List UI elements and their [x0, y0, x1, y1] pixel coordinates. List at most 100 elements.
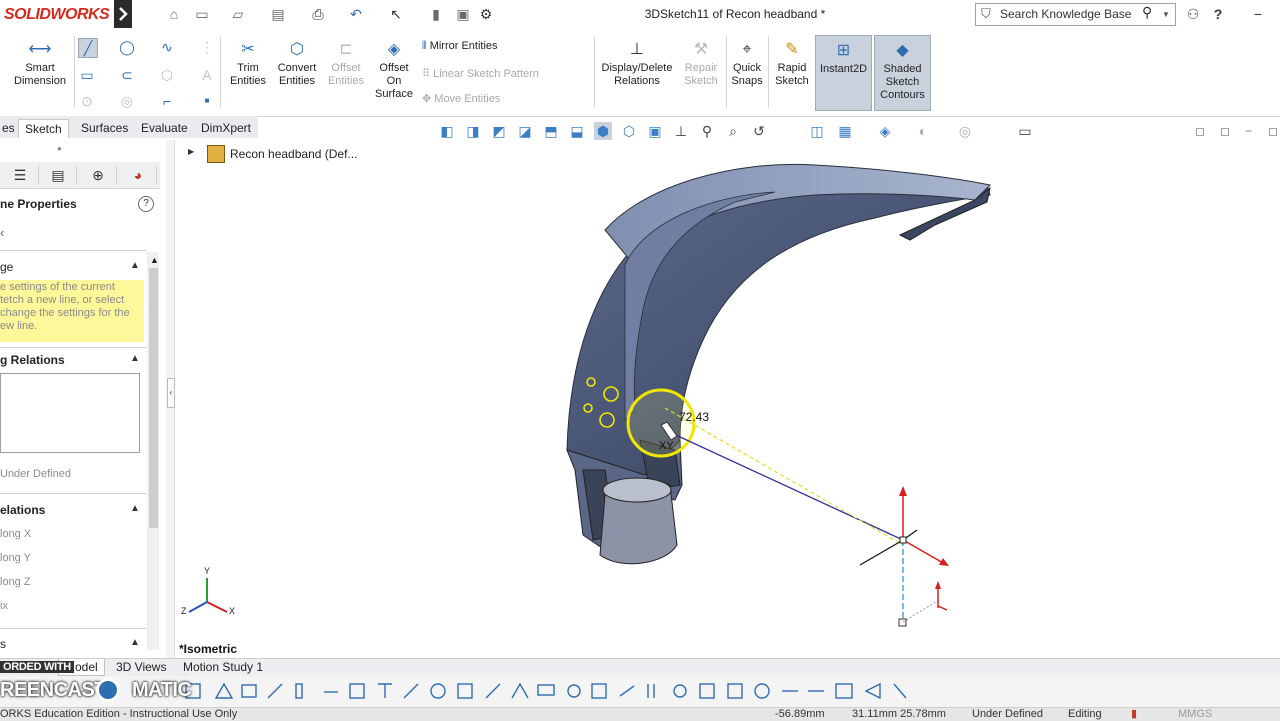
rapid-sketch-button[interactable]: ✎ Rapid Sketch	[772, 40, 812, 88]
line-tool-icon[interactable]: ╱	[78, 38, 98, 58]
text-tool-icon[interactable]: A	[198, 66, 216, 84]
repair-sketch-button[interactable]: ⚒ Repair Sketch	[680, 40, 722, 88]
hide-show-icon[interactable]: ◈	[876, 122, 894, 140]
close-icon[interactable]: ‹	[0, 225, 4, 240]
trim-entities-button[interactable]: ✂ Trim Entities	[226, 40, 270, 88]
instant2d-button[interactable]: ⊞ Instant2D	[815, 35, 872, 111]
convert-entities-button[interactable]: ⬡ Convert Entities	[274, 40, 320, 88]
fillet-tool-icon[interactable]: ⌐	[158, 92, 176, 110]
rebuild-indicator-icon[interactable]: ▮	[1131, 708, 1137, 721]
window-minimize-icon[interactable]: −	[1245, 124, 1252, 138]
print-icon[interactable]: ⎙	[310, 6, 326, 22]
view-settings-icon[interactable]: ▭	[1016, 122, 1034, 140]
relation-along-x[interactable]: long X	[0, 528, 31, 540]
minimize-icon[interactable]: −	[1250, 6, 1266, 22]
tab-motion-study[interactable]: Motion Study 1	[177, 659, 269, 675]
spline-tool-icon[interactable]: ∿	[158, 38, 176, 56]
help-icon[interactable]: ?	[138, 196, 154, 212]
tab-evaluate[interactable]: Evaluate	[135, 119, 194, 137]
centerline-tool-icon[interactable]: ⊙	[78, 92, 96, 110]
relation-fix[interactable]: ix	[0, 600, 8, 612]
display-delete-relations-button[interactable]: ⊥ Display/Delete Relations	[598, 40, 676, 88]
property-manager-icon[interactable]: ▤	[40, 165, 77, 185]
tree-root-item[interactable]: Recon headband (Def...	[230, 147, 357, 161]
tab-surfaces[interactable]: Surfaces	[75, 119, 134, 137]
smart-dimension-button[interactable]: ⟷ Smart Dimension	[8, 40, 72, 88]
new-document-icon[interactable]: ▭	[194, 6, 210, 22]
view-top-icon[interactable]: ⬒	[542, 122, 560, 140]
offset-entities-button[interactable]: ⊏ Offset Entities	[324, 40, 368, 88]
view-front-icon[interactable]: ◧	[438, 122, 456, 140]
previous-view-icon[interactable]: ↺	[750, 122, 768, 140]
config-manager-icon[interactable]: ⊕	[80, 165, 117, 185]
window-tile-icon[interactable]: ◻	[1220, 124, 1230, 138]
relation-along-z[interactable]: long Z	[0, 576, 31, 588]
offset-on-surface-button[interactable]: ◈ Offset On Surface	[372, 40, 416, 101]
window-maximize-icon[interactable]: ◻	[1268, 124, 1278, 138]
search-input[interactable]	[1000, 6, 1140, 22]
chevron-up-icon[interactable]: ▲	[130, 637, 140, 648]
panel-splitter[interactable]: ‹	[166, 140, 175, 660]
graphics-area[interactable]: 72.43 XY Y X Z *Isometric	[175, 140, 1280, 658]
file-properties-icon[interactable]: ▣	[455, 6, 471, 22]
view-dimetric-icon[interactable]: ▣	[646, 122, 664, 140]
options-gear-icon[interactable]: ⚙	[478, 6, 494, 22]
tab-sketch[interactable]: Sketch	[18, 119, 69, 138]
rectangle-tool-icon[interactable]: ▭	[78, 66, 96, 84]
tree-expand-icon[interactable]: ▶	[188, 147, 194, 156]
display-manager-icon[interactable]: ◕	[120, 165, 157, 185]
view-back-icon[interactable]: ◨	[464, 122, 482, 140]
quick-snaps-button[interactable]: ⌖ Quick Snaps	[728, 40, 766, 88]
section-view-icon[interactable]: ◫	[808, 122, 826, 140]
view-left-icon[interactable]: ◩	[490, 122, 508, 140]
solidworks-logo[interactable]: SOLIDWORKS	[4, 6, 110, 24]
view-trimetric-icon[interactable]: ⬡	[620, 122, 638, 140]
polygon-tool-icon[interactable]: ⬡	[158, 66, 176, 84]
display-style-icon[interactable]: ▦	[836, 122, 854, 140]
slot-tool-icon[interactable]: ⊂	[118, 66, 136, 84]
chevron-down-icon[interactable]: ▼	[1162, 6, 1170, 20]
user-icon[interactable]: ⚇	[1185, 6, 1201, 22]
open-icon[interactable]: ▱	[230, 6, 246, 22]
point-tool-icon[interactable]: ◎	[118, 92, 136, 110]
units-system[interactable]: MMGS	[1178, 708, 1212, 721]
panel-scrollbar-thumb[interactable]	[149, 268, 158, 528]
grid-tool-icon[interactable]: ⋮	[198, 38, 216, 56]
help-icon[interactable]: ?	[1210, 6, 1226, 22]
search-icon[interactable]: ⚲	[1142, 4, 1152, 21]
panel-grip-icon[interactable]: ●	[57, 144, 62, 153]
shaded-sketch-contours-button[interactable]: ◆ Shaded Sketch Contours	[874, 35, 931, 111]
circle-tool-icon[interactable]: ◯	[118, 38, 136, 56]
view-right-icon[interactable]: ◪	[516, 122, 534, 140]
linear-sketch-pattern-button[interactable]: ⠿ Linear Sketch Pattern	[422, 67, 539, 80]
zoom-to-fit-icon[interactable]: ⚲	[698, 122, 716, 140]
chevron-up-icon[interactable]: ▲	[130, 353, 140, 364]
home-icon[interactable]: ⌂	[166, 6, 182, 22]
point-icon[interactable]: ■	[198, 92, 216, 110]
chevron-up-icon[interactable]: ▲	[130, 260, 140, 271]
rebuild-icon[interactable]: ▮	[428, 6, 444, 22]
window-restore-icon[interactable]: ◻	[1195, 124, 1205, 138]
feature-manager-icon[interactable]: ☰	[2, 165, 39, 185]
zoom-area-icon[interactable]: ⌕	[724, 122, 742, 140]
move-entities-button[interactable]: ✥ Move Entities	[422, 92, 500, 105]
scroll-up-icon[interactable]: ▲	[150, 255, 159, 265]
menu-expand-arrow[interactable]	[114, 0, 132, 28]
mirror-entities-button[interactable]: ⫴ Mirror Entities	[422, 40, 498, 53]
appearance-icon[interactable]: ◐	[914, 122, 932, 140]
tab-3d-views[interactable]: 3D Views	[110, 659, 172, 675]
search-box[interactable]: ⛉ ⚲ ▼	[975, 3, 1176, 26]
view-isometric-icon[interactable]: ⬢	[594, 122, 612, 140]
relation-along-y[interactable]: long Y	[0, 552, 31, 564]
undo-icon[interactable]: ↶	[348, 6, 364, 22]
tab-dimxpert[interactable]: DimXpert	[195, 119, 257, 137]
model-canvas	[188, 163, 992, 627]
normal-to-icon[interactable]: ⊥	[672, 122, 690, 140]
save-icon[interactable]: ▤	[270, 6, 286, 22]
select-cursor-icon[interactable]: ↖	[388, 6, 404, 22]
collapse-panel-icon[interactable]: ‹	[167, 378, 175, 408]
relations-list[interactable]	[0, 373, 140, 453]
view-bottom-icon[interactable]: ⬓	[568, 122, 586, 140]
scene-icon[interactable]: ◎	[956, 122, 974, 140]
chevron-up-icon[interactable]: ▲	[130, 503, 140, 514]
